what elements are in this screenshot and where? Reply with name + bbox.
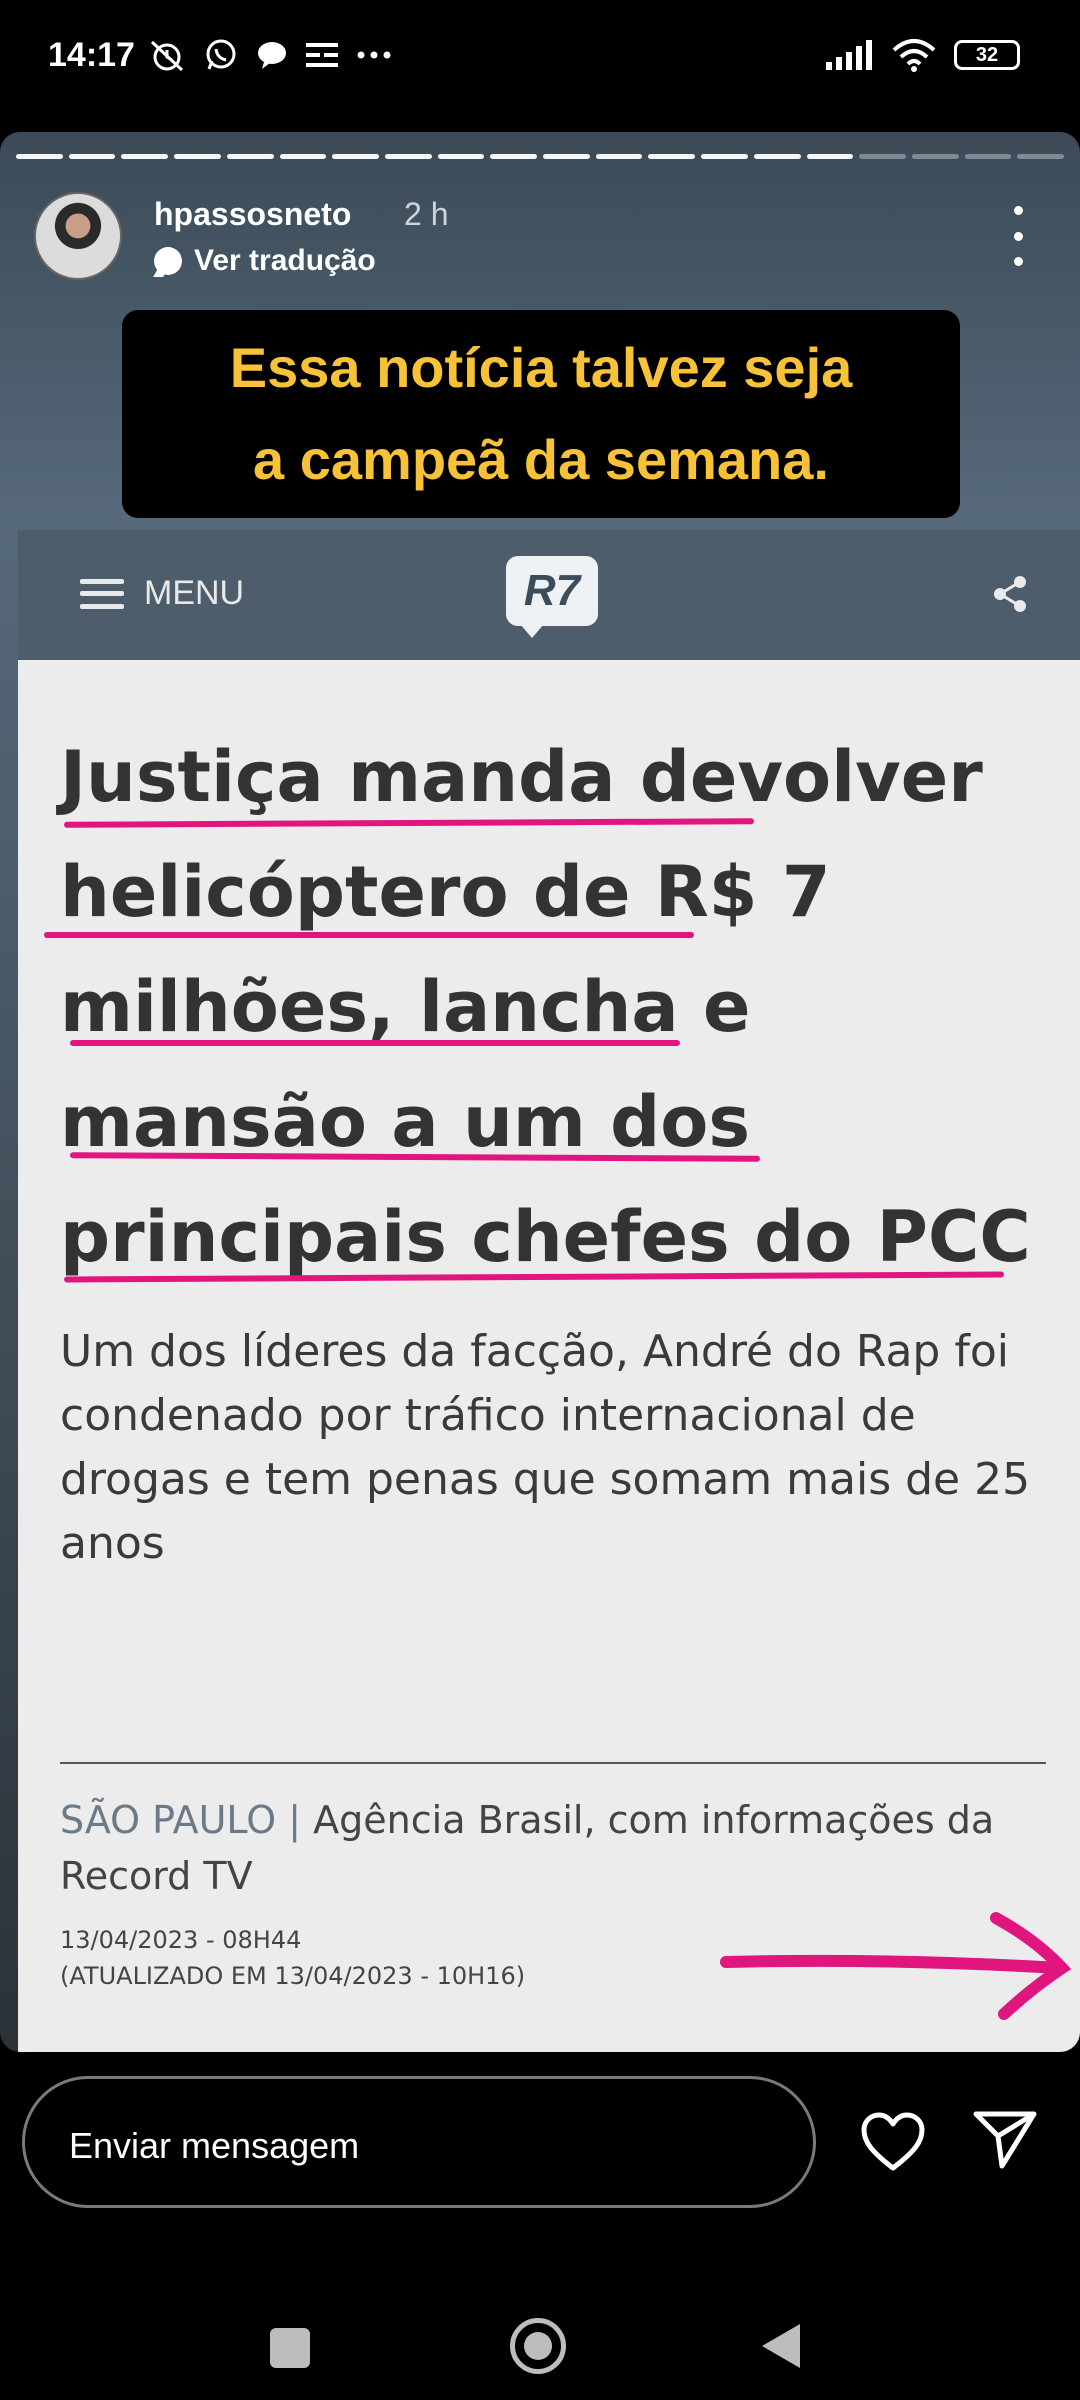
highlight-underline (70, 1040, 680, 1046)
share-icon (994, 576, 1026, 612)
home-button[interactable] (510, 2318, 566, 2374)
progress-segment (16, 154, 63, 159)
whatsapp-icon (206, 39, 236, 70)
heart-icon[interactable] (860, 2112, 926, 2172)
byline-city: SÃO PAULO (60, 1798, 277, 1842)
highlight-underline (44, 932, 694, 938)
story-progress-bar (16, 154, 1065, 159)
article-headline: Justiça manda devolver helicóptero de R$… (60, 720, 1060, 1295)
byline-separator: | (288, 1798, 302, 1842)
divider (60, 1762, 1046, 1764)
progress-segment (332, 154, 379, 159)
article-subheadline: Um dos líderes da facção, André do Rap f… (60, 1326, 1031, 1569)
system-nav-bar (0, 2260, 1080, 2400)
send-icon[interactable] (972, 2108, 1038, 2170)
menu-label: MENU (144, 574, 245, 612)
story-viewer[interactable]: hpassosneto 2 h Ver tradução Essa notíci… (0, 132, 1080, 2052)
caption-line: a campeã da semana. (253, 428, 829, 491)
progress-segment (121, 154, 169, 159)
message-placeholder: Enviar mensagem (69, 2125, 360, 2166)
progress-segment (964, 154, 1012, 159)
post-time: 2 h (404, 196, 449, 232)
article-date: 13/04/2023 - 08H44 (60, 1926, 302, 1954)
progress-segment (701, 154, 748, 159)
article-screenshot: MENU R7 Justiça manda devolver helicópte… (18, 530, 1080, 2052)
progress-segment (648, 154, 696, 159)
progress-segment (226, 154, 274, 159)
translate-label: Ver tradução (194, 244, 376, 277)
headline-line: Justiça manda devolver (60, 736, 983, 818)
progress-segment (1017, 154, 1065, 159)
caption-line: Essa notícia talvez seja (229, 336, 853, 399)
recent-apps-button[interactable] (270, 2328, 310, 2368)
more-dot-icon (1013, 231, 1023, 241)
progress-segment (384, 154, 432, 159)
battery-icon: 32 (954, 40, 1020, 70)
status-bar: 14:17 32 (0, 0, 1080, 120)
more-dot-icon (1013, 206, 1023, 215)
headline-line: milhões, lancha e (60, 966, 751, 1048)
headline-line: mansão a um dos (60, 1081, 750, 1163)
list-icon (306, 43, 338, 67)
notification-icons (148, 38, 392, 72)
more-options-button[interactable] (1006, 206, 1030, 266)
back-button[interactable] (762, 2324, 800, 2368)
progress-segment (543, 154, 590, 159)
progress-segment (595, 154, 643, 159)
r7-menu-button: MENU (80, 574, 244, 613)
alarm-off-icon (150, 40, 184, 72)
arrow-annotation-icon (720, 1912, 1072, 2020)
story-header: hpassosneto 2 h Ver tradução (30, 182, 1050, 292)
username[interactable]: hpassosneto (154, 196, 351, 233)
r7-header: MENU R7 (18, 530, 1080, 660)
progress-segment (68, 154, 116, 159)
hamburger-icon (80, 578, 124, 609)
progress-segment (490, 154, 538, 159)
article-updated: (ATUALIZADO EM 13/04/2023 - 10H16) (60, 1962, 526, 1990)
progress-segment (437, 154, 485, 159)
progress-segment (174, 154, 221, 159)
progress-segment (279, 154, 327, 159)
avatar[interactable] (34, 192, 122, 280)
progress-segment (911, 154, 959, 159)
translate-button[interactable]: Ver tradução (154, 244, 376, 278)
article-byline: SÃO PAULO | Agência Brasil, com informaç… (60, 1792, 1070, 1904)
more-dot-icon (1013, 257, 1023, 266)
more-dots-icon (357, 51, 391, 59)
chat-bubble-icon (258, 42, 286, 69)
r7-logo: R7 (506, 556, 598, 638)
progress-segment (859, 154, 906, 159)
story-caption: Essa notícia talvez seja a campeã da sem… (122, 310, 960, 518)
message-input[interactable]: Enviar mensagem (22, 2076, 816, 2208)
progress-segment (806, 154, 854, 159)
wifi-icon (892, 39, 936, 72)
translate-bubble-icon (154, 247, 182, 275)
system-icons: 32 (826, 38, 1020, 72)
status-time: 14:17 (48, 36, 135, 74)
progress-segment (753, 154, 801, 159)
signal-icon (826, 40, 872, 70)
